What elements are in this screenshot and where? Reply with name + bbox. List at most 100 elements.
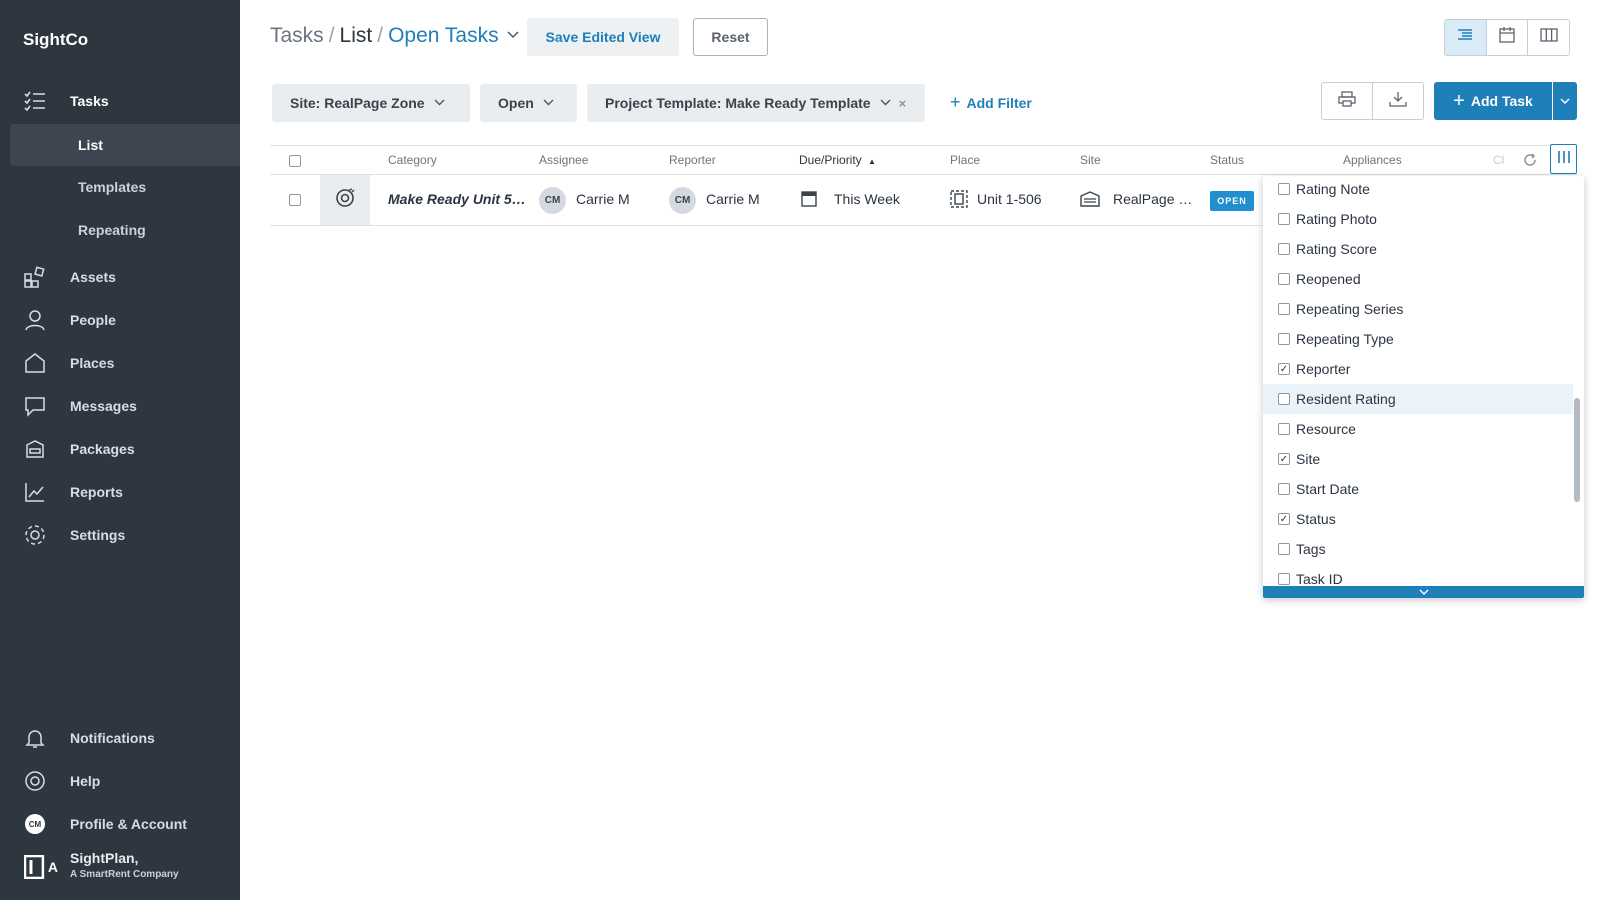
column-option-status[interactable]: ✓ Status <box>1263 504 1573 534</box>
column-option-reopened[interactable]: Reopened <box>1263 264 1573 294</box>
sightplan-logo-icon: A <box>24 854 58 880</box>
column-option-resident-rating[interactable]: Resident Rating <box>1263 384 1573 414</box>
sidebar-item-notifications[interactable]: Notifications <box>0 717 240 759</box>
column-option-site[interactable]: ✓ Site <box>1263 444 1573 474</box>
gear-icon <box>24 524 46 546</box>
task-title[interactable]: Make Ready Unit 5… <box>388 191 526 207</box>
column-option-checkbox[interactable] <box>1278 243 1290 255</box>
column-option-label: Reporter <box>1296 361 1351 377</box>
column-header-due-priority[interactable]: Due/Priority ▲ <box>799 153 876 167</box>
sidebar-item-messages[interactable]: Messages <box>0 385 240 427</box>
sidebar-item-packages[interactable]: Packages <box>0 428 240 470</box>
site-value: RealPage … <box>1113 191 1193 207</box>
checkmark-icon[interactable]: ✓ <box>1278 513 1290 525</box>
checkmark-icon[interactable]: ✓ <box>1278 453 1290 465</box>
row-checkbox[interactable] <box>289 194 301 206</box>
column-option-checkbox[interactable] <box>1278 423 1290 435</box>
column-option-resource[interactable]: Resource <box>1263 414 1573 444</box>
column-option-checkbox[interactable] <box>1278 393 1290 405</box>
home-icon <box>24 352 46 374</box>
sidebar-item-reports[interactable]: Reports <box>0 471 240 513</box>
scroll-down-button[interactable] <box>1263 586 1584 598</box>
print-button[interactable] <box>1322 83 1373 119</box>
board-view-button[interactable] <box>1528 20 1569 55</box>
column-option-start-date[interactable]: Start Date <box>1263 474 1573 504</box>
select-all-checkbox[interactable] <box>289 155 301 167</box>
column-header-place[interactable]: Place <box>950 153 980 167</box>
column-option-checkbox[interactable] <box>1278 183 1290 195</box>
tasks-icon <box>24 90 46 112</box>
calendar-view-button[interactable] <box>1487 20 1529 55</box>
reset-button[interactable]: Reset <box>693 18 768 56</box>
column-option-rating-score[interactable]: Rating Score <box>1263 234 1573 264</box>
sidebar-subitem-repeating[interactable]: Repeating <box>10 209 240 251</box>
list-view-button[interactable] <box>1445 20 1487 55</box>
column-option-label: Rating Note <box>1296 181 1370 197</box>
save-edited-view-button[interactable]: Save Edited View <box>527 18 679 56</box>
add-filter-label: Add Filter <box>966 94 1032 111</box>
column-picker-button[interactable] <box>1550 144 1577 174</box>
column-header-appliances[interactable]: Appliances <box>1343 153 1402 167</box>
remove-filter-button[interactable]: × <box>899 96 907 111</box>
view-selector[interactable]: Open Tasks <box>388 24 499 48</box>
column-header-status[interactable]: Status <box>1210 153 1244 167</box>
sidebar-subitem-templates[interactable]: Templates <box>10 166 240 208</box>
sidebar-item-assets[interactable]: Assets <box>0 256 240 298</box>
column-option-checkbox[interactable] <box>1278 333 1290 345</box>
column-option-rating-photo[interactable]: Rating Photo <box>1263 204 1573 234</box>
status-filter[interactable]: Open <box>480 84 577 122</box>
download-button[interactable] <box>1373 83 1423 119</box>
sidebar-item-help[interactable]: Help <box>0 760 240 802</box>
column-option-checkbox[interactable] <box>1278 273 1290 285</box>
calendar-icon <box>1499 27 1515 48</box>
chevron-down-icon[interactable] <box>507 28 519 42</box>
sidebar-item-people[interactable]: People <box>0 299 240 341</box>
dropdown-scrollbar[interactable] <box>1574 398 1580 502</box>
refresh-icon[interactable] <box>1522 152 1538 173</box>
checkmark-icon[interactable]: ✓ <box>1278 363 1290 375</box>
column-option-checkbox[interactable] <box>1278 213 1290 225</box>
add-task-button[interactable]: + Add Task <box>1434 82 1552 120</box>
breadcrumb-separator: / <box>328 24 335 47</box>
column-option-tags[interactable]: Tags <box>1263 534 1573 564</box>
column-option-label: Status <box>1296 511 1336 527</box>
sort-ascending-icon: ▲ <box>868 157 876 166</box>
avatar: CM <box>669 187 696 214</box>
columns-icon <box>1557 150 1571 169</box>
sidebar-item-settings[interactable]: Settings <box>0 514 240 556</box>
sidebar-item-places[interactable]: Places <box>0 342 240 384</box>
column-option-reporter[interactable]: ✓ Reporter <box>1263 354 1573 384</box>
avatar: CM <box>539 187 566 214</box>
breadcrumb-root[interactable]: Tasks <box>270 24 324 48</box>
column-option-checkbox[interactable] <box>1278 483 1290 495</box>
add-task-menu-button[interactable] <box>1553 82 1577 120</box>
column-option-checkbox[interactable] <box>1278 573 1290 585</box>
avatar: CM <box>25 814 45 834</box>
sidebar-item-profile[interactable]: CM Profile & Account <box>0 803 240 845</box>
column-header-site[interactable]: Site <box>1080 153 1101 167</box>
column-option-label: Reopened <box>1296 271 1361 287</box>
column-header-truncated[interactable]: Cl <box>1493 153 1504 167</box>
column-option-label: Rating Photo <box>1296 211 1377 227</box>
assets-icon <box>24 266 46 288</box>
column-option-repeating-type[interactable]: Repeating Type <box>1263 324 1573 354</box>
sidebar-item-tasks[interactable]: Tasks <box>0 80 240 122</box>
project-template-filter[interactable]: Project Template: Make Ready Template × <box>587 84 925 122</box>
column-option-checkbox[interactable] <box>1278 303 1290 315</box>
column-option-label: Resident Rating <box>1296 391 1396 407</box>
column-option-repeating-series[interactable]: Repeating Series <box>1263 294 1573 324</box>
column-header-reporter[interactable]: Reporter <box>669 153 716 167</box>
chevron-down-icon <box>434 98 445 109</box>
column-option-label: Tags <box>1296 541 1326 557</box>
sidebar-subitem-list[interactable]: List <box>10 124 240 166</box>
column-option-rating-note[interactable]: Rating Note <box>1263 176 1573 204</box>
site-filter[interactable]: Site: RealPage Zone <box>272 84 470 122</box>
column-option-checkbox[interactable] <box>1278 543 1290 555</box>
subitem-label: List <box>78 137 103 153</box>
subitem-label: Repeating <box>78 222 146 238</box>
column-header-assignee[interactable]: Assignee <box>539 153 588 167</box>
column-header-category[interactable]: Category <box>388 153 437 167</box>
add-filter-button[interactable]: + Add Filter <box>950 92 1032 113</box>
assignee-name: Carrie M <box>576 191 630 207</box>
sidebar-item-label: Messages <box>70 398 137 414</box>
